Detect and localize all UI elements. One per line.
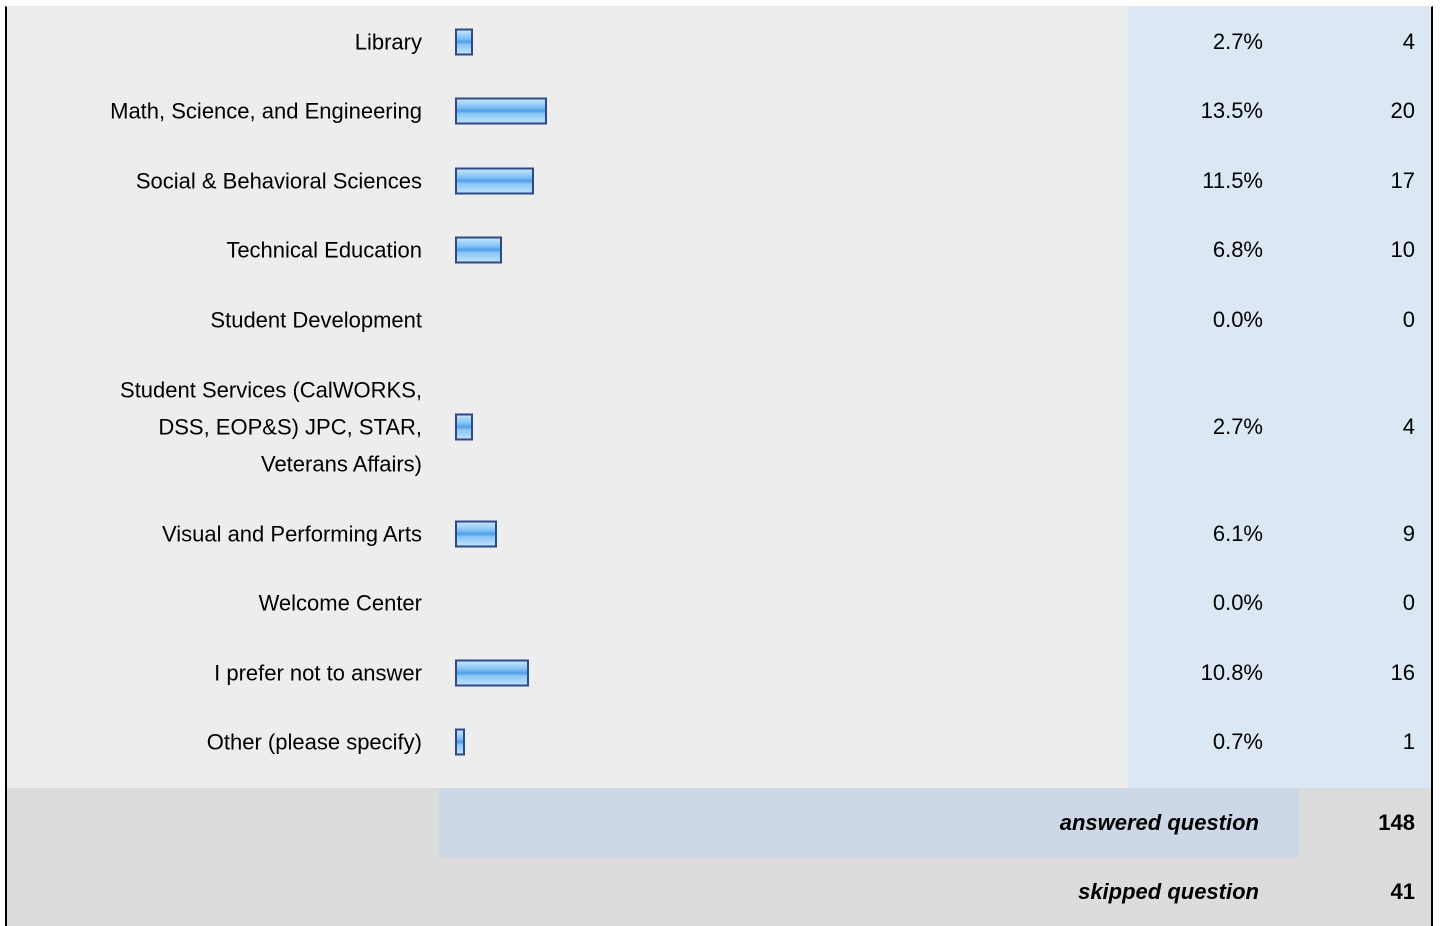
response-row: Student Services (CalWORKS, DSS, EOP&S) … <box>7 354 1431 499</box>
bar <box>455 413 473 440</box>
count-label: 4 <box>1402 413 1415 439</box>
percent-label: 0.7% <box>1212 729 1263 754</box>
bar <box>455 236 502 264</box>
skipped-row: skipped question 41 <box>7 857 1431 926</box>
skipped-label: skipped question <box>1078 879 1259 904</box>
percent-label: 0.0% <box>1212 590 1263 615</box>
response-row: Other (please specify) 0.7% 1 <box>7 707 1431 777</box>
percent-label: 6.1% <box>1212 520 1263 546</box>
category-label: Technical Education <box>226 237 422 263</box>
bar <box>455 520 497 547</box>
count-label: 9 <box>1402 520 1415 546</box>
category-label: Welcome Center <box>258 590 422 616</box>
skipped-value: 41 <box>1390 879 1415 904</box>
category-label: Student Services (CalWORKS, DSS, EOP&S) … <box>120 377 422 476</box>
percent-label: 10.8% <box>1200 659 1263 685</box>
response-row: Welcome Center 0.0% 0 <box>7 568 1431 638</box>
answered-label: answered question <box>1059 809 1259 835</box>
response-row: I prefer not to answer 10.8% 16 <box>7 638 1431 707</box>
count-label: 4 <box>1402 28 1415 54</box>
response-row: Library 2.7% 4 <box>7 7 1431 76</box>
answered-value: 148 <box>1378 809 1415 835</box>
bar <box>455 167 534 194</box>
bar <box>455 97 547 125</box>
response-row: Social & Behavioral Sciences 11.5% 17 <box>7 146 1431 215</box>
response-row: Student Development 0.0% 0 <box>7 285 1431 354</box>
percent-label: 6.8% <box>1212 237 1263 262</box>
count-label: 1 <box>1402 729 1415 754</box>
count-label: 0 <box>1402 590 1415 615</box>
percent-label: 2.7% <box>1212 28 1263 54</box>
category-label: Social & Behavioral Sciences <box>135 168 422 193</box>
percent-label: 2.7% <box>1212 413 1263 439</box>
count-label: 10 <box>1390 237 1415 262</box>
answered-row: answered question 148 <box>7 788 1431 857</box>
response-row: Visual and Performing Arts 6.1% 9 <box>7 499 1431 568</box>
percent-label: 0.0% <box>1212 306 1263 332</box>
category-label: Math, Science, and Engineering <box>110 98 422 124</box>
category-label: Library <box>354 29 422 54</box>
count-label: 16 <box>1390 659 1415 685</box>
count-label: 0 <box>1402 306 1415 332</box>
category-label: Student Development <box>210 307 422 332</box>
percent-label: 13.5% <box>1200 98 1263 123</box>
bar <box>455 659 529 686</box>
percent-label: 11.5% <box>1202 167 1263 193</box>
count-label: 20 <box>1390 98 1415 123</box>
survey-results-table: Library 2.7% 4 Math, Science, and Engineeri… <box>5 6 1433 926</box>
count-label: 17 <box>1390 167 1415 193</box>
category-label: Visual and Performing Arts <box>161 521 422 546</box>
response-row: Math, Science, and Engineering 13.5% 20 <box>7 76 1431 146</box>
bar <box>455 28 473 55</box>
bar <box>455 728 465 756</box>
category-label: Other (please specify) <box>206 729 422 755</box>
response-row: Technical Education 6.8% 10 <box>7 215 1431 285</box>
category-label: I prefer not to answer <box>214 660 422 685</box>
